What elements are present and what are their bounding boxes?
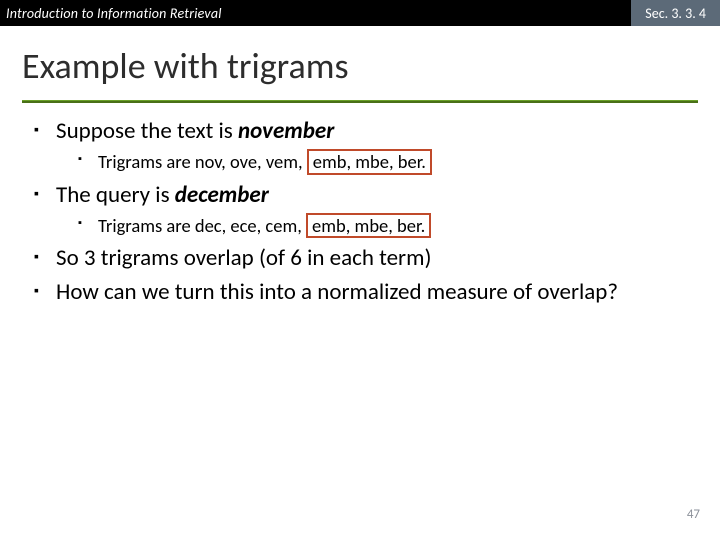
sub-bullet-pre: Trigrams are: [98, 150, 195, 173]
sub-bullet-trigrams-december: Trigrams are dec, ece, cem, emb, mbe, be…: [78, 213, 696, 238]
bullet-query: The query is december Trigrams are dec, …: [34, 181, 696, 239]
bullet-question: How can we turn this into a normalized m…: [34, 278, 696, 307]
bullet-emph: november: [238, 117, 334, 145]
top-bar: Introduction to Information Retrieval Se…: [0, 0, 720, 26]
slide-title: Example with trigrams: [0, 26, 720, 98]
course-title: Introduction to Information Retrieval: [0, 5, 222, 22]
content-area: Suppose the text is november Trigrams ar…: [0, 117, 720, 307]
bullet-emph: december: [175, 181, 269, 209]
bullet-text: Suppose the text is: [56, 117, 238, 145]
bullet-suppose: Suppose the text is november Trigrams ar…: [34, 117, 696, 175]
bullet-overlap: So 3 trigrams overlap (of 6 in each term…: [34, 244, 696, 273]
sub-bullet-plain: nov, ove, vem,: [195, 150, 307, 173]
bullet-text: The query is: [56, 181, 175, 209]
section-badge: Sec. 3. 3. 4: [631, 0, 720, 26]
sub-bullet-trigrams-november: Trigrams are nov, ove, vem, emb, mbe, be…: [78, 149, 696, 174]
page-number: 47: [687, 507, 700, 522]
trigram-overlap-box: emb, mbe, ber.: [306, 213, 431, 238]
sub-bullet-pre: Trigrams are: [98, 214, 195, 237]
slide: Introduction to Information Retrieval Se…: [0, 0, 720, 540]
sub-bullet-plain: dec, ece, cem,: [195, 214, 306, 237]
title-rule: [22, 100, 698, 103]
trigram-overlap-box: emb, mbe, ber.: [307, 149, 432, 174]
